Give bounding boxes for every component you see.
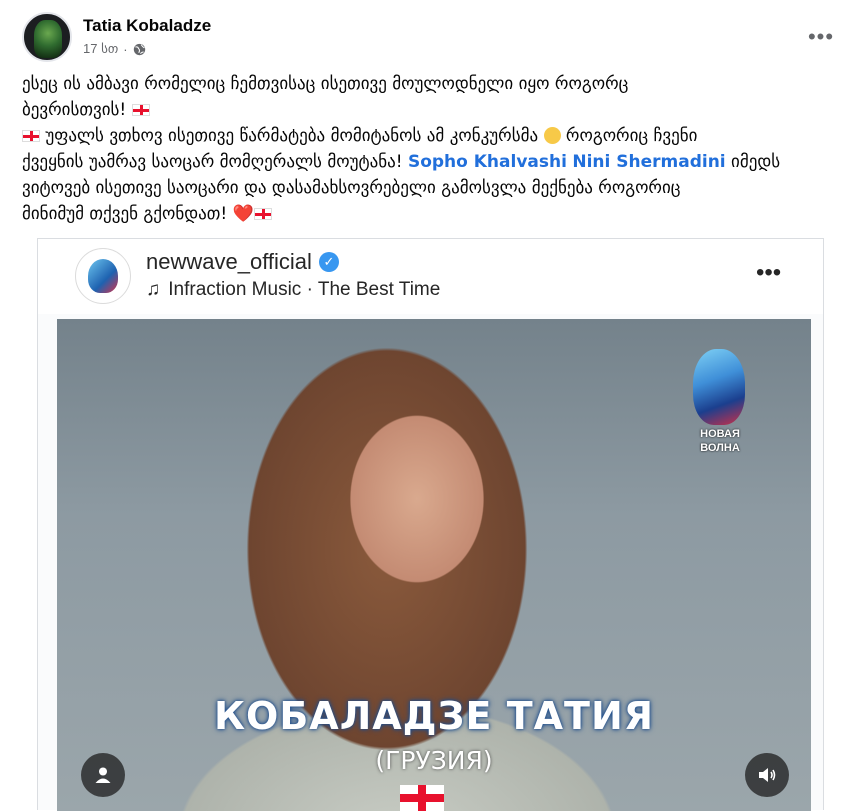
shared-account-row: newwave_official ✓ — [146, 249, 339, 275]
shared-account-name[interactable]: newwave_official — [146, 249, 312, 275]
facebook-post: Tatia Kobaladze 17 სთ · ••• ესეც ის ამბა… — [0, 0, 861, 811]
post-text-line: ქვეყნის უამრავ საოცარ მომღერალს მოუტანა!… — [22, 149, 842, 175]
globe-icon[interactable] — [133, 43, 146, 56]
newwave-avatar[interactable] — [75, 248, 131, 304]
shared-music-row: ♫ Infraction Music · The Best Time — [146, 279, 440, 301]
pleading-face-icon — [543, 127, 561, 144]
georgia-flag-icon — [400, 785, 444, 811]
post-text: ესეც ის ამბავი რომელიც ჩემთვისაც ისეთივე… — [22, 71, 842, 227]
novaya-volna-emblem-icon — [693, 349, 745, 425]
newwave-logo-icon — [88, 259, 118, 293]
text-segment: ვიტოვებ ისეთივე საოცარი და დასამახსოვრებ… — [22, 178, 681, 198]
meta-separator: · — [123, 41, 128, 57]
novaya-volna-logo-text: НОВАЯ ВОЛНА — [685, 427, 755, 455]
logo-text-line: ВОЛНА — [700, 442, 740, 454]
speaker-icon — [759, 768, 776, 782]
post-text-line: მინიმუმ თქვენ გქონდათ! ❤️ — [22, 201, 842, 227]
post-text-line: ვიტოვებ ისეთივე საოცარი და დასამახსოვრებ… — [22, 175, 842, 201]
logo-text-line: НОВАЯ — [700, 428, 740, 440]
user-icon — [95, 767, 111, 783]
shared-instagram-post[interactable]: newwave_official ✓ ♫ Infraction Music · … — [37, 238, 824, 811]
text-segment: უფალს ვთხოვ ისეთივე წარმატება მომიტანოს … — [45, 126, 539, 146]
post-time[interactable]: 17 სთ — [83, 41, 118, 57]
text-segment: იმედს — [731, 152, 781, 172]
tagged-users-button[interactable] — [81, 753, 125, 797]
shared-music-label[interactable]: Infraction Music · The Best Time — [168, 279, 440, 301]
author-name[interactable]: Tatia Kobaladze — [83, 16, 211, 36]
text-segment: მინიმუმ თქვენ გქონდათ! — [22, 204, 228, 224]
post-text-line: უფალს ვთხოვ ისეთივე წარმატება მომიტანოს … — [22, 123, 842, 149]
text-segment: როგორიც ჩვენი — [565, 126, 698, 146]
text-segment: ქვეყნის უამრავ საოცარ მომღერალს მოუტანა! — [22, 152, 403, 172]
georgia-flag-icon — [22, 130, 40, 142]
photo-caption-title: КОБАЛАДЗЕ ТАТИЯ — [213, 694, 655, 738]
georgia-flag-icon — [253, 208, 272, 220]
sound-toggle-button[interactable] — [745, 753, 789, 797]
mention-nini-shermadini[interactable]: Nini Shermadini — [572, 152, 725, 172]
heart-icon: ❤️ — [232, 204, 254, 224]
post-text-line: ბევრისთვის! — [22, 97, 842, 123]
text-segment: ბევრისთვის! — [22, 100, 127, 120]
georgia-flag-icon — [131, 104, 150, 116]
text-segment: ესეც ის ამბავი რომელიც ჩემთვისაც ისეთივე… — [22, 74, 629, 94]
post-meta: 17 სთ · — [83, 41, 146, 57]
author-avatar[interactable] — [22, 12, 72, 62]
novaya-volna-logo: НОВАЯ ВОЛНА — [685, 349, 755, 459]
avatar-photo — [34, 20, 62, 58]
music-note-icon: ♫ — [146, 279, 161, 300]
mention-sopho-khalvashi[interactable]: Sopho Khalvashi — [408, 152, 567, 172]
verified-badge-icon: ✓ — [318, 252, 339, 272]
post-header: Tatia Kobaladze 17 სთ · ••• — [22, 12, 842, 62]
post-text-line: ესეც ის ამბავი რომელიც ჩემთვისაც ისეთივე… — [22, 71, 842, 97]
shared-more-button[interactable]: ••• — [756, 259, 781, 287]
shared-photo[interactable]: НОВАЯ ВОЛНА КОБАЛАДЗЕ ТАТИЯ (ГРУЗИЯ) — [57, 319, 811, 811]
shared-post-header: newwave_official ✓ ♫ Infraction Music · … — [38, 239, 823, 314]
photo-caption-subtitle: (ГРУЗИЯ) — [375, 746, 493, 775]
post-more-button[interactable]: ••• — [806, 22, 836, 52]
